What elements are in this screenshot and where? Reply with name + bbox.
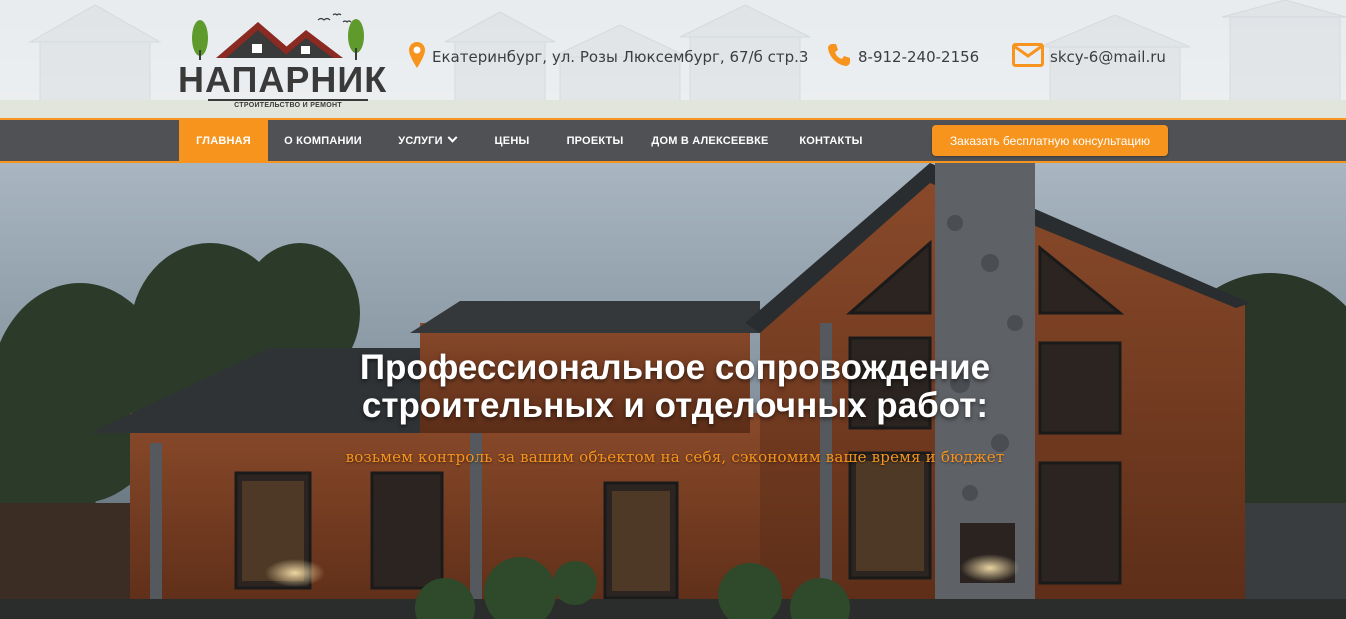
nav-item-label: ДОМ В АЛЕКСЕЕВКЕ	[651, 134, 769, 147]
logo[interactable]: НАПАРНИК СТРОИТЕЛЬСТВО И РЕМОНТ	[178, 10, 388, 110]
contact-phone[interactable]: 8-912-240-2156	[826, 40, 979, 74]
phone-text: 8-912-240-2156	[858, 48, 980, 66]
hero-subtitle: возьмем контроль за вашим объектом на се…	[345, 448, 1005, 466]
nav-item-prices[interactable]: ЦЕНЫ	[482, 120, 542, 161]
nav-item-projects[interactable]: ПРОЕКТЫ	[556, 120, 634, 161]
hero-title-line-1: Профессиональное сопровождение	[359, 348, 991, 387]
hero-section: Профессиональное сопровождение строитель…	[0, 163, 1346, 619]
chevron-down-icon	[447, 132, 458, 143]
nav-item-label: КОНТАКТЫ	[799, 134, 863, 147]
logo-tagline: СТРОИТЕЛЬСТВО И РЕМОНТ	[208, 99, 368, 109]
nav-item-label: ГЛАВНАЯ	[196, 134, 251, 147]
address-text: Екатеринбург, ул. Розы Люксембург, 67/б …	[432, 48, 809, 66]
nav-item-label: ЦЕНЫ	[494, 134, 530, 147]
nav-item-label: ПРОЕКТЫ	[566, 134, 624, 147]
hero-title-line-2: строительных и отделочных работ:	[361, 386, 989, 425]
envelope-icon	[1012, 42, 1044, 72]
free-consultation-button[interactable]: Заказать бесплатную консультацию	[932, 125, 1168, 156]
logo-house-graphic	[192, 13, 364, 60]
nav-item-about[interactable]: О КОМПАНИИ	[272, 120, 374, 161]
contact-email[interactable]: skcy-6@mail.ru	[1012, 40, 1166, 74]
nav-item-services[interactable]: УСЛУГИ	[384, 120, 470, 161]
site-header: НАПАРНИК СТРОИТЕЛЬСТВО И РЕМОНТ Екатерин…	[0, 0, 1346, 118]
main-navigation: ГЛАВНАЯ О КОМПАНИИ УСЛУГИ ЦЕНЫ ПРОЕКТЫ Д…	[0, 118, 1346, 163]
logo-name: НАПАРНИК	[178, 59, 388, 100]
phone-icon	[826, 42, 852, 73]
map-pin-icon	[408, 41, 426, 74]
nav-item-label: УСЛУГИ	[398, 134, 443, 147]
hero-title: Профессиональное сопровождение строитель…	[300, 349, 1050, 425]
email-text: skcy-6@mail.ru	[1050, 48, 1166, 66]
nav-item-home[interactable]: ГЛАВНАЯ	[179, 120, 268, 161]
nav-item-contacts[interactable]: КОНТАКТЫ	[788, 120, 874, 161]
nav-item-house-alekseevka[interactable]: ДОМ В АЛЕКСЕЕВКЕ	[648, 120, 772, 161]
nav-item-label: О КОМПАНИИ	[284, 134, 362, 147]
contact-address: Екатеринбург, ул. Розы Люксембург, 67/б …	[408, 40, 808, 74]
